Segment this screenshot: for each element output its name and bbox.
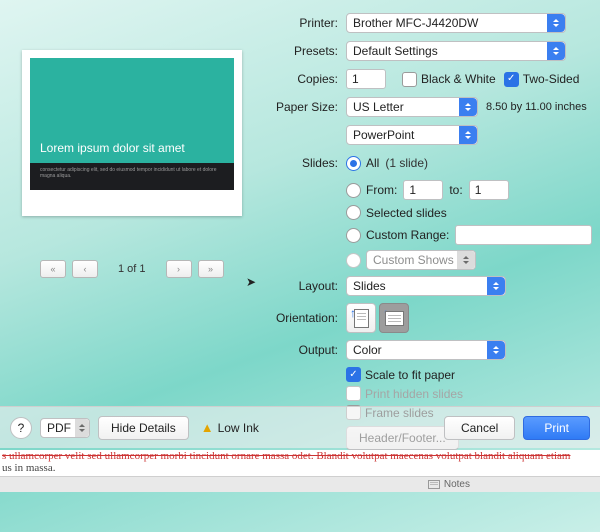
- notes-label[interactable]: Notes: [444, 479, 470, 490]
- app-section-select[interactable]: PowerPoint: [346, 125, 478, 145]
- slides-selected-radio[interactable]: [346, 205, 361, 220]
- two-sided-label: Two-Sided: [523, 72, 580, 86]
- scale-to-fit-label: Scale to fit paper: [365, 368, 455, 382]
- custom-shows-select: Custom Shows: [366, 250, 476, 270]
- print-hidden-checkbox: [346, 386, 361, 401]
- slides-all-label: All: [366, 156, 379, 170]
- slides-label: Slides:: [270, 156, 338, 170]
- custom-shows-label: Custom Shows: [373, 253, 454, 267]
- presets-label: Presets:: [270, 44, 338, 58]
- presets-select[interactable]: Default Settings: [346, 41, 566, 61]
- warning-icon: ▲: [201, 420, 214, 435]
- orientation-landscape-button[interactable]: ↑: [379, 303, 409, 333]
- slides-from-radio[interactable]: [346, 183, 361, 198]
- two-sided-checkbox[interactable]: [504, 72, 519, 87]
- slides-all-count: (1 slide): [385, 156, 428, 170]
- paper-size-value: US Letter: [353, 100, 404, 114]
- slides-from-input[interactable]: 1: [403, 180, 443, 200]
- last-page-button[interactable]: »: [198, 260, 224, 278]
- orientation-label: Orientation:: [270, 311, 338, 325]
- slide-title: Lorem ipsum dolor sit amet: [40, 141, 185, 155]
- low-ink-label: Low Ink: [218, 421, 259, 435]
- print-preview: Lorem ipsum dolor sit amet consectetur a…: [22, 50, 242, 216]
- slides-custom-range-radio[interactable]: [346, 228, 361, 243]
- chevron-updown-icon: [547, 42, 565, 60]
- slide-subtitle: consectetur adipiscing elit, sed do eius…: [30, 163, 234, 190]
- scale-to-fit-checkbox[interactable]: [346, 367, 361, 382]
- paper-size-label: Paper Size:: [270, 100, 338, 114]
- help-button[interactable]: ?: [10, 417, 32, 439]
- chevron-updown-icon: [487, 341, 505, 359]
- copies-input[interactable]: 1: [346, 69, 386, 89]
- app-section-value: PowerPoint: [353, 128, 414, 142]
- slides-from-label: From:: [366, 183, 397, 197]
- orientation-portrait-button[interactable]: ↑: [346, 303, 376, 333]
- black-white-label: Black & White: [421, 72, 496, 86]
- chevron-updown-icon: [459, 126, 477, 144]
- print-button[interactable]: Print: [523, 416, 590, 440]
- chevron-updown-icon: [457, 251, 475, 269]
- output-label: Output:: [270, 343, 338, 357]
- layout-value: Slides: [353, 279, 386, 293]
- chevron-updown-icon: [547, 14, 565, 32]
- preview-pagination: « ‹ 1 of 1 › »: [40, 260, 224, 278]
- first-page-button[interactable]: «: [40, 260, 66, 278]
- background-document: s ullamcorper velit sed ullamcorper morb…: [0, 450, 600, 476]
- paper-size-select[interactable]: US Letter: [346, 97, 478, 117]
- prev-page-button[interactable]: ‹: [72, 260, 98, 278]
- slides-to-input[interactable]: 1: [469, 180, 509, 200]
- slides-selected-label: Selected slides: [366, 206, 447, 220]
- slides-custom-shows-radio: [346, 253, 361, 268]
- page-icon: [354, 309, 369, 328]
- black-white-checkbox[interactable]: [402, 72, 417, 87]
- output-select[interactable]: Color: [346, 340, 506, 360]
- hide-details-button[interactable]: Hide Details: [98, 416, 189, 440]
- paper-dimensions: 8.50 by 11.00 inches: [486, 101, 587, 113]
- slides-custom-range-label: Custom Range:: [366, 228, 449, 242]
- cursor-icon: ➤: [246, 275, 256, 289]
- chevron-updown-icon: [487, 277, 505, 295]
- layout-select[interactable]: Slides: [346, 276, 506, 296]
- slide-thumbnail: Lorem ipsum dolor sit amet consectetur a…: [30, 58, 234, 208]
- status-bar: Notes: [0, 476, 600, 492]
- chevron-down-icon: [75, 419, 89, 437]
- printer-value: Brother MFC-J4420DW: [353, 16, 478, 30]
- print-hidden-label: Print hidden slides: [365, 387, 463, 401]
- chevron-updown-icon: [459, 98, 477, 116]
- presets-value: Default Settings: [353, 44, 438, 58]
- output-value: Color: [353, 343, 382, 357]
- cancel-button[interactable]: Cancel: [444, 416, 515, 440]
- custom-range-input[interactable]: [455, 225, 592, 245]
- printer-select[interactable]: Brother MFC-J4420DW: [346, 13, 566, 33]
- next-page-button[interactable]: ›: [166, 260, 192, 278]
- pdf-menu[interactable]: PDF: [40, 418, 90, 438]
- slides-all-radio[interactable]: [346, 156, 361, 171]
- copies-label: Copies:: [270, 72, 338, 86]
- page-icon: [385, 311, 404, 326]
- printer-label: Printer:: [270, 16, 338, 30]
- notes-icon: [428, 480, 440, 489]
- page-indicator: 1 of 1: [118, 263, 146, 275]
- slides-to-label: to:: [449, 183, 462, 197]
- dialog-footer: ? PDF Hide Details ▲ Low Ink Cancel Prin…: [0, 406, 600, 448]
- layout-label: Layout:: [270, 279, 338, 293]
